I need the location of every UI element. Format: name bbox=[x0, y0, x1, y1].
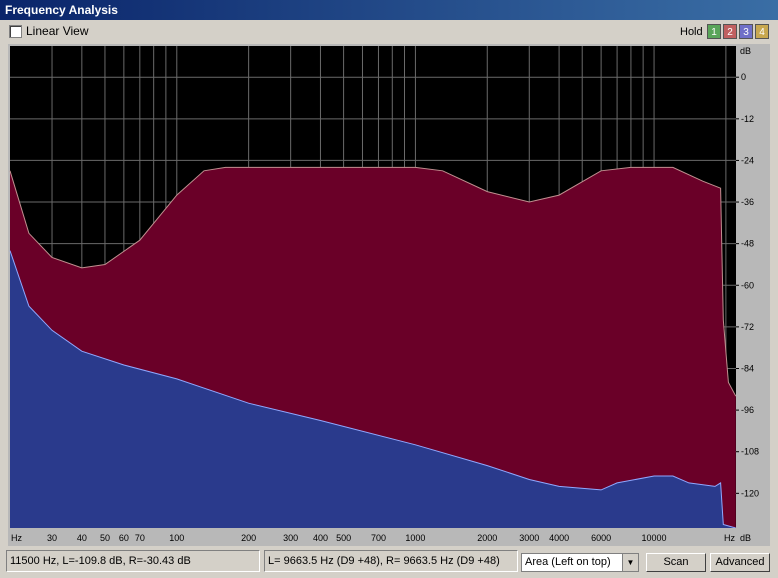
linear-view-label[interactable]: Linear View bbox=[26, 24, 88, 38]
x-tick-label: 3000 bbox=[519, 533, 539, 543]
hold-label: Hold bbox=[680, 26, 703, 38]
scan-button[interactable]: Scan bbox=[646, 553, 706, 572]
y-tick-label: -36 bbox=[741, 197, 754, 207]
frequency-graph[interactable]: dB dB 0 -12 -24 -36 -48 -60 -72 -84 -96 -108 -120 Hz H… bbox=[8, 44, 770, 546]
window-titlebar: Frequency Analysis bbox=[0, 0, 778, 20]
x-unit-label: Hz bbox=[11, 533, 22, 543]
spectrum-chart[interactable]: dB dB 0 -12 -24 -36 -48 -60 -72 -84 -96 -108 -120 Hz H… bbox=[8, 44, 770, 546]
advanced-button[interactable]: Advanced bbox=[710, 553, 770, 572]
y-unit-label: dB bbox=[740, 46, 751, 56]
linear-view-checkbox[interactable] bbox=[9, 25, 22, 38]
peak-readout: L= 9663.5 Hz (D9 +48), R= 9663.5 Hz (D9 … bbox=[264, 550, 518, 572]
hold-button-2[interactable]: 2 bbox=[723, 24, 737, 39]
display-mode-value: Area (Left on top) bbox=[525, 556, 611, 568]
x-tick-label: 70 bbox=[135, 533, 145, 543]
chevron-down-icon[interactable]: ▼ bbox=[622, 554, 638, 571]
x-tick-label: 30 bbox=[47, 533, 57, 543]
y-tick-label: -24 bbox=[741, 155, 754, 165]
window-title: Frequency Analysis bbox=[5, 3, 118, 17]
y-tick-label: -60 bbox=[741, 280, 754, 290]
toolbar: Linear View Hold 1 2 3 4 bbox=[0, 20, 778, 44]
display-mode-select[interactable]: Area (Left on top) ▼ bbox=[521, 553, 639, 572]
x-tick-label: 50 bbox=[100, 533, 110, 543]
x-tick-label: 40 bbox=[77, 533, 87, 543]
x-tick-label: 100 bbox=[169, 533, 184, 543]
y-unit-label-bottom: dB bbox=[740, 533, 751, 543]
x-tick-label: 1000 bbox=[405, 533, 425, 543]
y-tick-label: -120 bbox=[741, 488, 759, 498]
x-tick-label: 4000 bbox=[549, 533, 569, 543]
x-tick-label: 300 bbox=[283, 533, 298, 543]
x-tick-label: 400 bbox=[313, 533, 328, 543]
y-tick-label: -108 bbox=[741, 447, 759, 457]
hold-button-4[interactable]: 4 bbox=[755, 24, 769, 39]
y-tick-label: -72 bbox=[741, 322, 754, 332]
x-tick-label: 10000 bbox=[642, 533, 667, 543]
x-tick-label: 60 bbox=[119, 533, 129, 543]
hold-button-1[interactable]: 1 bbox=[707, 24, 721, 39]
x-unit-label-right: Hz bbox=[724, 533, 735, 543]
y-tick-label: -96 bbox=[741, 405, 754, 415]
x-tick-label: 2000 bbox=[477, 533, 497, 543]
x-tick-label: 200 bbox=[241, 533, 256, 543]
x-tick-label: 6000 bbox=[591, 533, 611, 543]
y-tick-label: -12 bbox=[741, 114, 754, 124]
hold-button-3[interactable]: 3 bbox=[739, 24, 753, 39]
y-tick-label: -84 bbox=[741, 363, 754, 373]
cursor-readout: 11500 Hz, L=-109.8 dB, R=-30.43 dB bbox=[6, 550, 260, 572]
y-tick-label: -48 bbox=[741, 239, 754, 249]
x-tick-label: 700 bbox=[371, 533, 386, 543]
y-tick-label: 0 bbox=[741, 72, 746, 82]
x-tick-label: 500 bbox=[336, 533, 351, 543]
